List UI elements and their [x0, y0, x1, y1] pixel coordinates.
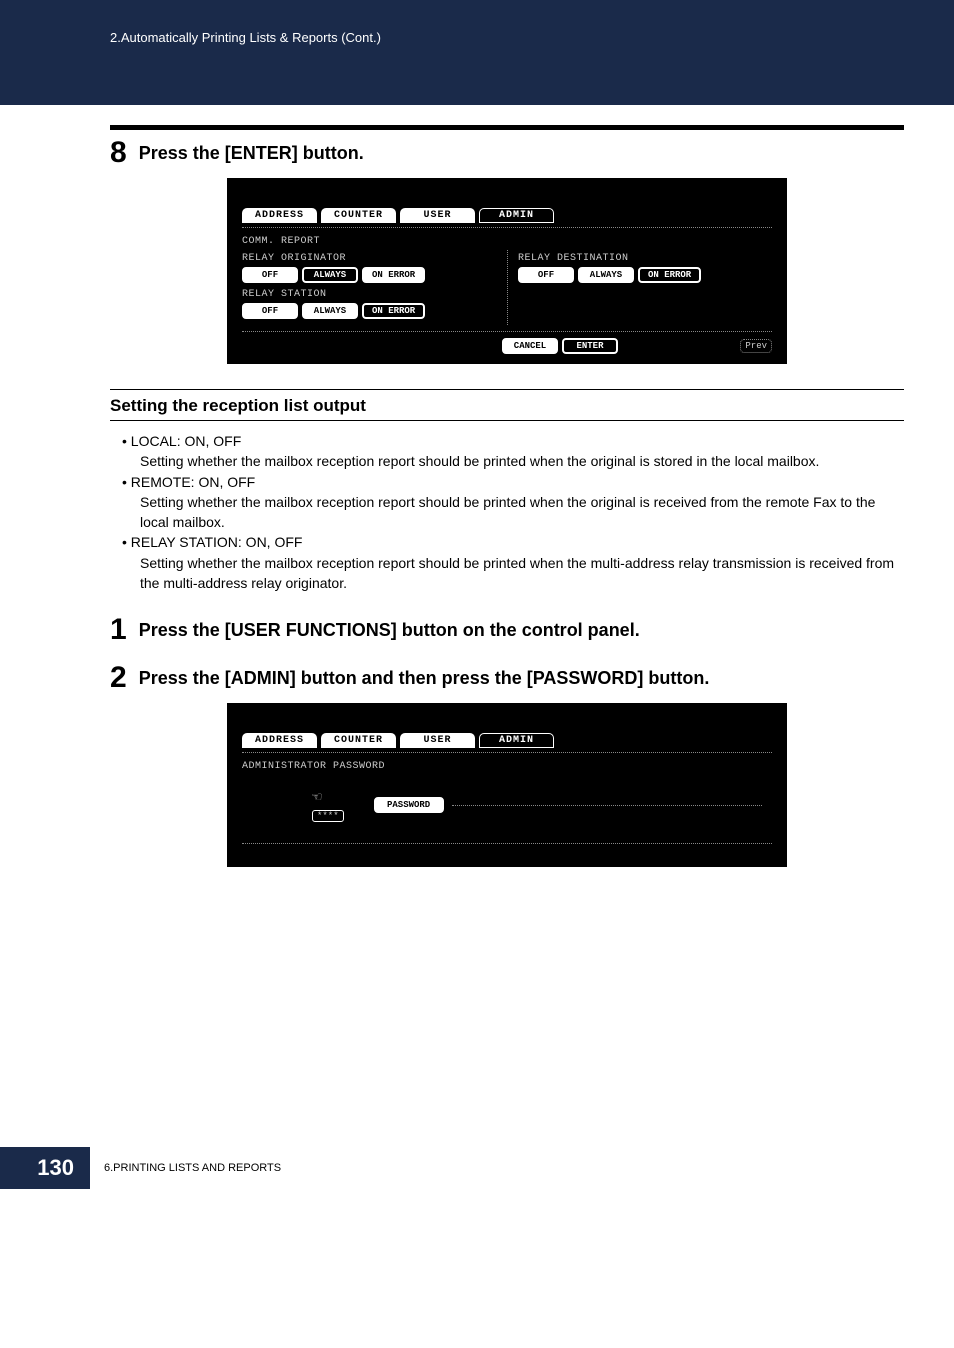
top-rule [110, 125, 904, 130]
header-breadcrumb: 2.Automatically Printing Lists & Reports… [0, 0, 954, 105]
list-item-body: Setting whether the mailbox reception re… [110, 451, 904, 471]
onerror-button[interactable]: ON ERROR [362, 267, 425, 283]
list-item: RELAY STATION: ON, OFF [110, 532, 904, 552]
step-title: Press the [ADMIN] button and then press … [139, 663, 710, 689]
panel-body-title: COMM. REPORT [242, 236, 772, 247]
onerror-button[interactable]: ON ERROR [362, 303, 425, 319]
breadcrumb-text: 2.Automatically Printing Lists & Reports… [110, 30, 381, 45]
page-footer: 130 6.PRINTING LISTS AND REPORTS [110, 1147, 904, 1219]
always-button[interactable]: ALWAYS [578, 267, 634, 283]
comm-report-panel: ADDRESS COUNTER USER ADMIN COMM. REPORT … [227, 178, 787, 364]
step-number: 2 [110, 663, 127, 693]
setting-list: LOCAL: ON, OFF Setting whether the mailb… [110, 431, 904, 593]
masked-password: **** [312, 810, 344, 822]
step-title: Press the [USER FUNCTIONS] button on the… [139, 615, 640, 641]
section-heading: Setting the reception list output [110, 396, 904, 416]
tab-address[interactable]: ADDRESS [242, 208, 317, 223]
section-rule-bottom [110, 420, 904, 421]
panel-tabs: ADDRESS COUNTER USER ADMIN [242, 208, 772, 223]
password-button[interactable]: PASSWORD [374, 797, 444, 813]
tab-user[interactable]: USER [400, 208, 475, 223]
tab-address[interactable]: ADDRESS [242, 733, 317, 748]
step-number: 8 [110, 138, 127, 168]
list-item-body: Setting whether the mailbox reception re… [110, 553, 904, 594]
off-button[interactable]: OFF [518, 267, 574, 283]
tab-user[interactable]: USER [400, 733, 475, 748]
always-button[interactable]: ALWAYS [302, 303, 358, 319]
step-1: 1 Press the [USER FUNCTIONS] button on t… [110, 615, 904, 645]
enter-button[interactable]: ENTER [562, 338, 618, 354]
prev-button[interactable]: Prev [740, 339, 772, 353]
tab-admin[interactable]: ADMIN [479, 733, 554, 748]
hand-icon: ☜ **** [312, 787, 344, 823]
panel-body-title: ADMINISTRATOR PASSWORD [242, 761, 772, 772]
tab-counter[interactable]: COUNTER [321, 733, 396, 748]
tab-admin[interactable]: ADMIN [479, 208, 554, 223]
password-input-line[interactable] [452, 805, 762, 806]
off-button[interactable]: OFF [242, 303, 298, 319]
off-button[interactable]: OFF [242, 267, 298, 283]
list-item: REMOTE: ON, OFF [110, 472, 904, 492]
list-item-body: Setting whether the mailbox reception re… [110, 492, 904, 533]
page-number: 130 [0, 1147, 90, 1189]
section-rule-top [110, 389, 904, 390]
step-number: 1 [110, 615, 127, 645]
group-label: RELAY DESTINATION [518, 253, 772, 264]
admin-password-panel: ADDRESS COUNTER USER ADMIN ADMINISTRATOR… [227, 703, 787, 867]
panel-tabs: ADDRESS COUNTER USER ADMIN [242, 733, 772, 748]
onerror-button[interactable]: ON ERROR [638, 267, 701, 283]
footer-chapter: 6.PRINTING LISTS AND REPORTS [104, 1162, 281, 1174]
group-label: RELAY STATION [242, 289, 507, 300]
always-button[interactable]: ALWAYS [302, 267, 358, 283]
tab-counter[interactable]: COUNTER [321, 208, 396, 223]
step-title: Press the [ENTER] button. [139, 138, 364, 164]
panel-footer-rule [242, 843, 772, 857]
list-item: LOCAL: ON, OFF [110, 431, 904, 451]
group-label: RELAY ORIGINATOR [242, 253, 507, 264]
cancel-button[interactable]: CANCEL [502, 338, 558, 354]
step-2: 2 Press the [ADMIN] button and then pres… [110, 663, 904, 693]
step-8: 8 Press the [ENTER] button. [110, 138, 904, 168]
